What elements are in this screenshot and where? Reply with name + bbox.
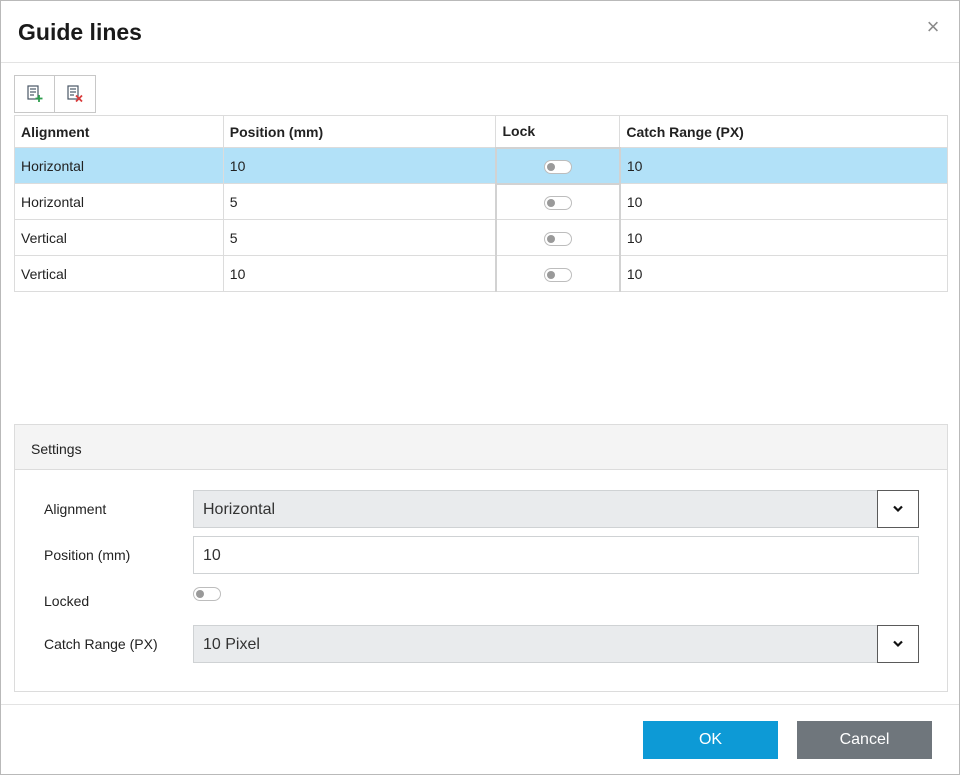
position-label: Position (mm) xyxy=(44,547,131,563)
cell-catch-range: 10 xyxy=(619,255,948,292)
cell-lock xyxy=(494,146,621,185)
cancel-button[interactable]: Cancel xyxy=(797,721,932,759)
lock-toggle[interactable] xyxy=(543,267,572,282)
cell-lock xyxy=(494,255,621,292)
add-guide-line-icon xyxy=(26,85,42,102)
table-row[interactable]: Vertical 5 10 xyxy=(14,219,948,256)
cell-catch-range: 10 xyxy=(619,147,948,184)
cell-position: 10 xyxy=(222,255,497,292)
lock-toggle[interactable] xyxy=(543,159,572,174)
close-icon[interactable]: × xyxy=(923,16,943,38)
alignment-value: Horizontal xyxy=(203,501,276,518)
catch-range-select[interactable]: 10 Pixel xyxy=(193,625,919,663)
catch-range-value: 10 Pixel xyxy=(203,636,260,653)
delete-guide-line-button[interactable] xyxy=(55,75,96,113)
catch-range-dropdown-button[interactable] xyxy=(877,625,919,663)
column-header-catch-range[interactable]: Catch Range (PX) xyxy=(619,115,948,148)
column-header-lock[interactable]: Lock xyxy=(495,115,621,148)
dialog-footer: OK Cancel xyxy=(1,704,959,774)
column-header-position[interactable]: Position (mm) xyxy=(222,115,497,148)
table-row[interactable]: Vertical 10 10 xyxy=(14,255,948,292)
cell-alignment: Vertical xyxy=(14,255,224,292)
cell-catch-range: 10 xyxy=(619,183,948,220)
settings-title: Settings xyxy=(15,425,947,470)
delete-guide-line-icon xyxy=(67,85,83,103)
cell-lock xyxy=(494,219,621,256)
toggle-knob xyxy=(546,198,555,207)
cell-position: 10 xyxy=(222,147,497,184)
dialog-title: Guide lines xyxy=(18,19,142,45)
catch-range-label: Catch Range (PX) xyxy=(44,636,158,652)
toggle-knob xyxy=(546,162,555,171)
guide-lines-dialog: Guide lines × Alignment Position (mm) Lo… xyxy=(0,0,960,775)
guide-lines-table: Alignment Position (mm) Lock Catch Range… xyxy=(14,115,948,292)
cell-catch-range: 10 xyxy=(619,219,948,256)
settings-panel: Settings Alignment Horizontal Position (… xyxy=(14,424,948,692)
table-header-row: Alignment Position (mm) Lock Catch Range… xyxy=(14,115,948,148)
alignment-dropdown-button[interactable] xyxy=(877,490,919,528)
toggle-knob xyxy=(546,234,555,243)
table-row[interactable]: Horizontal 5 10 xyxy=(14,183,948,220)
table-row[interactable]: Horizontal 10 10 xyxy=(14,146,948,185)
dialog-header: Guide lines × xyxy=(1,1,959,63)
lock-toggle[interactable] xyxy=(543,231,572,246)
position-input[interactable]: 10 xyxy=(193,536,919,574)
guide-lines-toolbar xyxy=(14,75,96,113)
alignment-select[interactable]: Horizontal xyxy=(193,490,919,528)
cell-alignment: Vertical xyxy=(14,219,224,256)
locked-label: Locked xyxy=(44,593,90,609)
add-guide-line-button[interactable] xyxy=(14,75,55,113)
ok-button[interactable]: OK xyxy=(643,721,778,759)
cell-lock xyxy=(494,183,621,220)
toggle-knob xyxy=(196,590,204,598)
chevron-down-icon xyxy=(893,505,903,513)
cell-alignment: Horizontal xyxy=(14,147,224,184)
alignment-label: Alignment xyxy=(44,501,107,517)
cell-alignment: Horizontal xyxy=(14,183,224,220)
locked-toggle[interactable] xyxy=(193,587,221,601)
chevron-down-icon xyxy=(893,640,903,648)
lock-toggle[interactable] xyxy=(543,195,572,210)
cell-position: 5 xyxy=(222,183,497,220)
toggle-knob xyxy=(546,270,555,279)
cell-position: 5 xyxy=(222,219,497,256)
column-header-alignment[interactable]: Alignment xyxy=(14,115,224,148)
